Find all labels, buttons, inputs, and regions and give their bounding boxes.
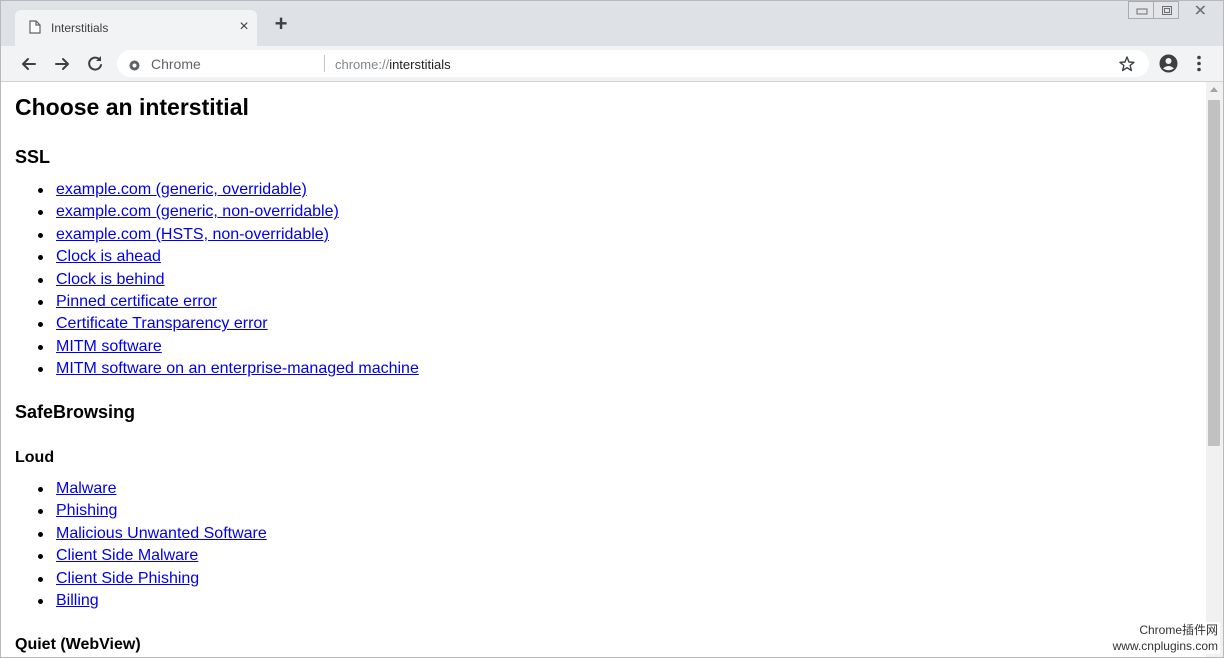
- sb-link-billing[interactable]: Billing: [56, 592, 99, 609]
- maximize-icon: [1162, 6, 1172, 15]
- watermark-line-1: Chrome插件网: [1139, 623, 1218, 637]
- reload-button[interactable]: [85, 54, 105, 74]
- ssl-link-clock-behind[interactable]: Clock is behind: [56, 271, 165, 288]
- site-watermark: Chrome插件网 www.cnplugins.com: [1110, 622, 1220, 654]
- browser-window: Interstitials × + Chrome chrome://inters…: [0, 0, 1224, 658]
- ssl-link-list: example.com (generic, overridable) examp…: [1, 179, 419, 381]
- list-item: example.com (generic, non-overridable): [38, 201, 419, 223]
- list-item: Malware: [38, 478, 267, 500]
- origin-label: Chrome: [151, 56, 201, 72]
- loud-heading: Loud: [15, 449, 55, 466]
- reload-icon: [88, 56, 102, 71]
- new-tab-button[interactable]: +: [271, 13, 291, 35]
- ssl-heading: SSL: [15, 147, 51, 167]
- list-item: Phishing: [38, 500, 267, 522]
- url-scheme: chrome://: [335, 57, 390, 72]
- list-item: Certificate Transparency error: [38, 313, 419, 335]
- list-item: Clock is ahead: [38, 246, 419, 268]
- ssl-link-mitm-enterprise[interactable]: MITM software on an enterprise-managed m…: [56, 360, 419, 377]
- origin-separator: [324, 55, 325, 72]
- more-menu-icon[interactable]: [1196, 54, 1202, 78]
- watermark-line-2: www.cnplugins.com: [1112, 639, 1218, 653]
- chrome-site-icon: [129, 58, 140, 76]
- safebrowsing-heading: SafeBrowsing: [15, 402, 136, 422]
- loud-link-list: Malware Phishing Malicious Unwanted Soft…: [1, 478, 267, 612]
- maximize-button[interactable]: [1153, 1, 1179, 19]
- ssl-link-generic-overridable[interactable]: example.com (generic, overridable): [56, 181, 307, 198]
- list-item: Malicious Unwanted Software: [38, 523, 267, 545]
- ssl-link-hsts[interactable]: example.com (HSTS, non-overridable): [56, 226, 329, 243]
- profile-avatar-icon[interactable]: [1159, 54, 1178, 78]
- forward-arrow-icon: [55, 58, 69, 70]
- url-host: interstitials: [389, 57, 451, 72]
- tab-title: Interstitials: [51, 21, 109, 35]
- address-bar[interactable]: Chrome chrome://interstitials: [117, 50, 1149, 77]
- list-item: Pinned certificate error: [38, 291, 419, 313]
- list-item: example.com (HSTS, non-overridable): [38, 224, 419, 246]
- ssl-link-ct-error[interactable]: Certificate Transparency error: [56, 315, 268, 332]
- list-item: MITM software on an enterprise-managed m…: [38, 358, 419, 380]
- page-content: Choose an interstitial SSL example.com (…: [1, 82, 1206, 657]
- list-item: MITM software: [38, 336, 419, 358]
- back-button[interactable]: [19, 54, 39, 74]
- list-item: example.com (generic, overridable): [38, 179, 419, 201]
- minimize-icon: [1136, 8, 1148, 15]
- close-window-button[interactable]: [1181, 1, 1221, 19]
- sb-link-client-side-malware[interactable]: Client Side Malware: [56, 547, 198, 564]
- ssl-link-mitm[interactable]: MITM software: [56, 338, 162, 355]
- scrollbar-thumb[interactable]: [1208, 100, 1220, 446]
- sb-link-unwanted-software[interactable]: Malicious Unwanted Software: [56, 525, 267, 542]
- toolbar: Chrome chrome://interstitials: [1, 46, 1223, 82]
- tab-interstitials[interactable]: Interstitials ×: [15, 10, 257, 46]
- tab-strip: Interstitials × +: [1, 1, 1223, 46]
- ssl-link-clock-ahead[interactable]: Clock is ahead: [56, 248, 161, 265]
- page-title: Choose an interstitial: [15, 94, 249, 120]
- sb-link-malware[interactable]: Malware: [56, 480, 116, 497]
- ssl-link-generic-non-overridable[interactable]: example.com (generic, non-overridable): [56, 203, 339, 220]
- close-window-icon: [1195, 5, 1206, 15]
- close-tab-icon[interactable]: ×: [236, 17, 252, 37]
- bookmark-star-icon[interactable]: [1118, 55, 1136, 78]
- back-arrow-icon: [22, 58, 36, 70]
- minimize-button[interactable]: [1128, 1, 1154, 19]
- list-item: Client Side Malware: [38, 545, 267, 567]
- list-item: Billing: [38, 590, 267, 612]
- quiet-heading: Quiet (WebView): [15, 636, 141, 653]
- ssl-link-pinned-cert[interactable]: Pinned certificate error: [56, 293, 217, 310]
- scroll-up-arrow-icon[interactable]: [1210, 87, 1218, 92]
- list-item: Client Side Phishing: [38, 568, 267, 590]
- sb-link-phishing[interactable]: Phishing: [56, 502, 117, 519]
- url-text[interactable]: chrome://interstitials: [335, 57, 451, 72]
- forward-button[interactable]: [52, 54, 72, 74]
- vertical-scrollbar[interactable]: [1206, 82, 1223, 657]
- document-icon: [29, 20, 41, 39]
- sb-link-client-side-phishing[interactable]: Client Side Phishing: [56, 570, 199, 587]
- list-item: Clock is behind: [38, 269, 419, 291]
